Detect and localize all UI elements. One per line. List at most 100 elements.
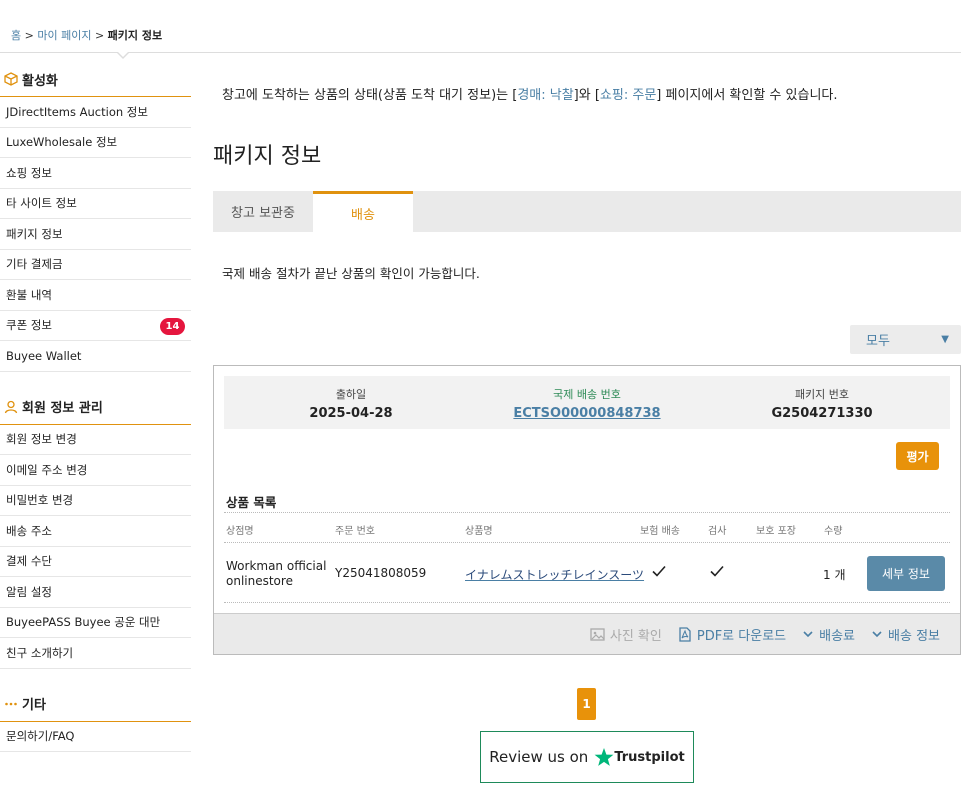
intro-suffix: ] 페이지에서 확인할 수 있습니다. <box>656 88 838 103</box>
shopping-order-link[interactable]: 쇼핑: 주문 <box>600 88 656 103</box>
chevron-down-icon <box>803 631 813 638</box>
filter-value: 모두 <box>866 334 890 349</box>
star-icon <box>594 748 614 766</box>
sidebar-item-other-sites[interactable]: 타 사이트 정보 <box>0 189 191 219</box>
sidebar-item-payment-method[interactable]: 결제 수단 <box>0 547 191 577</box>
sidebar-section-title: 회원 정보 관리 <box>22 401 103 416</box>
breadcrumb-mypage-link[interactable]: 마이 페이지 <box>37 29 91 42</box>
package-number-value: G2504271330 <box>771 406 873 421</box>
column-header-store: 상점명 <box>226 526 254 537</box>
ship-date-block: 출하일 2025-04-28 <box>251 386 451 421</box>
rate-button[interactable]: 평가 <box>896 442 939 470</box>
column-header-item-name: 상품명 <box>465 526 493 537</box>
sidebar-item-coupons[interactable]: 쿠폰 정보 14 <box>0 311 191 341</box>
user-icon <box>4 400 18 414</box>
breadcrumb-caret <box>116 51 130 59</box>
sidebar-item-change-email[interactable]: 이메일 주소 변경 <box>0 455 191 486</box>
column-header-insurance: 보험 배송 <box>640 526 680 537</box>
sidebar-section-activity: 활성화 <box>0 62 191 97</box>
pdf-download-label: PDF로 다운로드 <box>696 628 787 644</box>
sidebar-item-jdirectitems[interactable]: JDirectItems Auction 정보 <box>0 97 191 128</box>
sidebar-item-package[interactable]: 패키지 정보 <box>0 219 191 250</box>
coupon-count-badge: 14 <box>160 317 185 335</box>
chevron-down-icon <box>872 631 882 638</box>
sidebar-item-notifications[interactable]: 알림 설정 <box>0 577 191 608</box>
intro-mid: ]와 [ <box>573 88 600 103</box>
trustpilot-brand: Trustpilot <box>614 749 685 765</box>
detail-button[interactable]: 세부 정보 <box>867 556 945 591</box>
photo-check-button[interactable]: 사진 확인 <box>590 625 662 644</box>
shipping-fee-toggle[interactable]: 배송료 <box>802 625 855 644</box>
trustpilot-logo: Trustpilot <box>594 747 685 767</box>
sidebar-item-shopping[interactable]: 쇼핑 정보 <box>0 158 191 189</box>
divider <box>224 542 950 543</box>
trustpilot-review-button[interactable]: Review us on Trustpilot <box>480 731 694 783</box>
store-name-line: onlinestore <box>226 574 293 588</box>
breadcrumb-current: 패키지 정보 <box>107 29 163 42</box>
sidebar-section-account: 회원 정보 관리 <box>0 390 191 425</box>
insurance-check-icon <box>652 565 666 577</box>
sidebar-section-other: 기타 <box>0 687 191 722</box>
shipping-info-toggle[interactable]: 배송 정보 <box>871 625 940 644</box>
sidebar-section-title: 활성화 <box>22 73 58 89</box>
more-icon <box>4 697 18 711</box>
breadcrumb-separator: > <box>91 29 108 42</box>
divider <box>224 512 950 513</box>
sidebar-item-edit-profile[interactable]: 회원 정보 변경 <box>0 425 191 455</box>
header-divider <box>0 52 961 53</box>
store-name: Workman official onlinestore <box>226 559 326 589</box>
sidebar-item-shipping-address[interactable]: 배송 주소 <box>0 516 191 547</box>
sidebar-item-buyee-wallet[interactable]: Buyee Wallet <box>0 341 191 372</box>
sidebar-item-refunds[interactable]: 환불 내역 <box>0 280 191 311</box>
photo-check-label: 사진 확인 <box>609 628 662 644</box>
store-name-line: Workman official <box>226 559 327 573</box>
ship-date-value: 2025-04-28 <box>309 406 393 421</box>
breadcrumb-home-link[interactable]: 홈 <box>11 29 21 42</box>
intro-text: 창고에 도착하는 상품의 상태(상품 도착 대기 정보)는 [경매: 낙찰]와 … <box>222 84 838 103</box>
sidebar-item-buyeepass[interactable]: BuyeePASS Buyee 공운 대만 <box>0 608 191 638</box>
page-title: 패키지 정보 <box>213 144 322 169</box>
package-number-label: 패키지 번호 <box>794 388 850 401</box>
column-header-order-no: 주문 번호 <box>335 526 375 537</box>
shipping-info-label: 배송 정보 <box>888 628 940 644</box>
sidebar-section-title: 기타 <box>22 698 46 713</box>
column-header-inspection: 검사 <box>708 526 727 537</box>
auction-won-link[interactable]: 경매: 낙찰 <box>517 88 573 103</box>
quantity-value: 1 개 <box>823 568 846 582</box>
sidebar-item-other-payments[interactable]: 기타 결제금 <box>0 250 191 280</box>
inspection-check-icon <box>710 565 724 577</box>
intro-prefix: 창고에 도착하는 상품의 상태(상품 도착 대기 정보)는 [ <box>222 88 518 103</box>
pagination-page-1[interactable]: 1 <box>577 688 596 720</box>
tracking-label: 국제 배송 번호 <box>553 388 621 401</box>
sidebar-item-refer-friend[interactable]: 친구 소개하기 <box>0 638 191 669</box>
tab-in-warehouse[interactable]: 창고 보관중 <box>213 191 313 232</box>
item-list-title: 상품 목록 <box>226 495 277 510</box>
shipping-fee-label: 배송료 <box>819 628 856 644</box>
sidebar-item-change-password[interactable]: 비밀번호 변경 <box>0 486 191 516</box>
package-card: 출하일 2025-04-28 국제 배송 번호 ECTSO00000848738… <box>213 365 961 655</box>
sidebar-item-faq[interactable]: 문의하기/FAQ <box>0 722 191 752</box>
item-name-link[interactable]: イナレムストレッチレインスーツ <box>465 566 644 583</box>
tab-shipped[interactable]: 배송 <box>313 191 413 232</box>
breadcrumb-separator: > <box>21 29 38 42</box>
package-number-block: 패키지 번호 G2504271330 <box>722 386 922 421</box>
ship-date-label: 출하일 <box>335 388 367 401</box>
tab-description: 국제 배송 절차가 끝난 상품의 확인이 가능합니다. <box>222 266 480 281</box>
sidebar: 활성화 JDirectItems Auction 정보 LuxeWholesal… <box>0 62 191 752</box>
tracking-block: 국제 배송 번호 ECTSO00000848738 <box>487 386 687 421</box>
trustpilot-text: Review us on <box>489 748 589 766</box>
pdf-icon <box>679 626 691 642</box>
sidebar-item-luxewholesale[interactable]: LuxeWholesale 정보 <box>0 128 191 158</box>
tracking-number-link[interactable]: ECTSO00000848738 <box>487 406 687 421</box>
column-header-protective-packing: 보호 포장 <box>756 526 796 537</box>
box-icon <box>4 72 18 86</box>
filter-select[interactable]: 모두 ▼ <box>850 325 961 354</box>
column-header-quantity: 수량 <box>824 526 843 537</box>
divider <box>224 602 950 603</box>
pdf-download-button[interactable]: PDF로 다운로드 <box>678 625 786 644</box>
chevron-down-icon: ▼ <box>941 334 949 345</box>
breadcrumb: 홈 > 마이 페이지 > 패키지 정보 <box>11 27 162 43</box>
image-icon <box>590 627 605 641</box>
package-actions: 사진 확인 PDF로 다운로드 배송료 배송 정보 <box>214 613 960 654</box>
package-summary: 출하일 2025-04-28 국제 배송 번호 ECTSO00000848738… <box>224 376 950 429</box>
